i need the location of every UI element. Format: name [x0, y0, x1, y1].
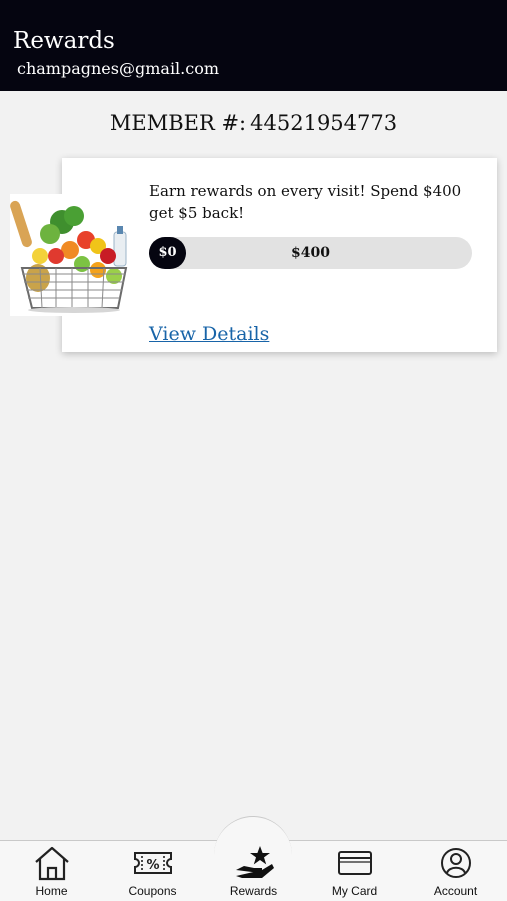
member-number-row: MEMBER #: 44521954773 [0, 109, 507, 137]
tab-my-card-label: My Card [331, 884, 378, 898]
coupon-icon: % [102, 844, 203, 882]
view-details-link[interactable]: View Details [149, 321, 269, 347]
grocery-basket-icon [10, 194, 138, 316]
svg-text:%: % [146, 858, 159, 873]
reward-description: Earn rewards on every visit! Spend $400 … [149, 182, 462, 222]
card-icon [304, 844, 405, 882]
tab-coupons[interactable]: % Coupons [102, 844, 203, 900]
tab-my-card[interactable]: My Card [304, 844, 405, 900]
member-label: MEMBER #: [109, 111, 247, 135]
app-header: Rewards champagnes@gmail.com [0, 0, 507, 91]
member-number: 44521954773 [250, 111, 398, 135]
rewards-icon [203, 844, 304, 882]
progress-target-label: $400 [291, 245, 330, 261]
tab-rewards[interactable]: Rewards [203, 844, 304, 900]
tab-home[interactable]: Home [1, 844, 102, 900]
home-icon [1, 844, 102, 882]
user-email: champagnes@gmail.com [17, 59, 220, 78]
tab-home-label: Home [35, 884, 68, 898]
tab-coupons-label: Coupons [128, 884, 177, 898]
tab-rewards-label: Rewards [229, 884, 278, 898]
tab-account[interactable]: Account [405, 844, 506, 900]
tab-account-label: Account [433, 884, 478, 898]
page-title: Rewards [13, 28, 115, 54]
reward-progress-bar: $400 $0 [149, 237, 472, 269]
progress-current-label: $0 [149, 237, 186, 269]
account-icon [405, 844, 506, 882]
